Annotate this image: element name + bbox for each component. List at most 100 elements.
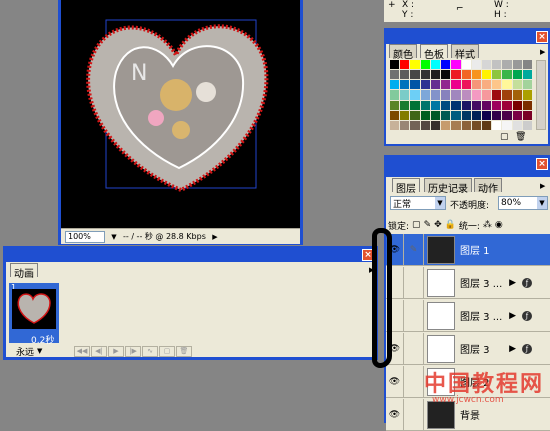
swatch[interactable] [410, 70, 420, 80]
layers-close-icon[interactable]: × [536, 158, 548, 170]
link-cell[interactable] [404, 333, 424, 364]
swatch[interactable] [420, 70, 430, 80]
swatch[interactable] [481, 60, 492, 70]
swatch[interactable] [461, 120, 471, 130]
swatch[interactable] [420, 120, 430, 130]
swatch[interactable] [451, 120, 461, 130]
swatch[interactable] [502, 110, 512, 120]
effects-icon[interactable]: ƒ [522, 310, 532, 321]
swatch[interactable] [522, 120, 532, 130]
layer-row[interactable]: 👁 ✎ 图层 1 [386, 234, 550, 266]
effects-icon[interactable]: ƒ [522, 277, 532, 288]
swatch[interactable] [410, 110, 420, 120]
swatches-close-icon[interactable]: × [536, 31, 548, 43]
swatch[interactable] [430, 90, 441, 100]
layers-menu-icon[interactable]: ▶ [540, 182, 545, 190]
first-frame-button[interactable]: ◀◀ [74, 345, 90, 357]
swatch[interactable] [410, 80, 420, 90]
layer-row[interactable]: 图层 3 ... ▶ ƒ [386, 267, 550, 299]
tab-layers[interactable]: 图层 [392, 178, 420, 195]
next-frame-button[interactable]: |▶ [125, 345, 141, 357]
swatch[interactable] [502, 120, 512, 130]
link-cell[interactable] [404, 399, 424, 430]
tab-color[interactable]: 颜色 [389, 44, 417, 61]
tween-button[interactable]: ∿ [142, 345, 158, 357]
swatch[interactable] [461, 70, 471, 80]
swatch[interactable] [410, 120, 420, 130]
swatch[interactable] [430, 70, 441, 80]
swatch[interactable] [410, 60, 420, 70]
delete-frame-button[interactable]: 🗑 [176, 345, 192, 357]
swatch[interactable] [400, 70, 410, 80]
swatch[interactable] [451, 100, 461, 110]
swatch[interactable] [441, 70, 451, 80]
swatch[interactable] [441, 100, 451, 110]
swatch[interactable] [471, 110, 481, 120]
opacity-dropdown-icon[interactable]: ▼ [537, 197, 547, 209]
new-swatch-icon[interactable]: ▢ [500, 132, 509, 142]
zoom-field[interactable]: 100% [65, 230, 105, 243]
swatch[interactable] [410, 90, 420, 100]
swatch[interactable] [390, 120, 400, 130]
swatch[interactable] [522, 110, 532, 120]
swatch[interactable] [430, 80, 441, 90]
swatch[interactable] [471, 60, 481, 70]
swatch[interactable] [512, 60, 522, 70]
swatch[interactable] [390, 90, 400, 100]
swatch[interactable] [492, 70, 502, 80]
swatch[interactable] [522, 100, 532, 110]
duplicate-frame-button[interactable]: ▢ [159, 345, 175, 357]
swatch[interactable] [492, 120, 502, 130]
swatch[interactable] [471, 70, 481, 80]
swatch[interactable] [481, 70, 492, 80]
zoom-dropdown-icon[interactable]: ▼ [109, 233, 119, 241]
tab-styles[interactable]: 样式 [451, 44, 479, 61]
swatch[interactable] [512, 110, 522, 120]
delete-swatch-icon[interactable]: 🗑 [515, 132, 526, 142]
layer-row[interactable]: 👁 图层 3 ▶ ƒ [386, 333, 550, 365]
blend-mode-dropdown-icon[interactable]: ▼ [435, 197, 445, 209]
tab-history[interactable]: 历史记录 [424, 178, 472, 195]
swatch[interactable] [492, 90, 502, 100]
loop-select[interactable]: 永远 ▼ [16, 346, 66, 358]
swatch[interactable] [451, 70, 461, 80]
swatch[interactable] [420, 80, 430, 90]
swatch[interactable] [481, 90, 492, 100]
swatch[interactable] [390, 110, 400, 120]
swatch[interactable] [492, 80, 502, 90]
swatch[interactable] [481, 110, 492, 120]
swatch[interactable] [512, 120, 522, 130]
swatch[interactable] [400, 120, 410, 130]
swatch[interactable] [430, 110, 441, 120]
swatch[interactable] [400, 80, 410, 90]
swatch[interactable] [522, 90, 532, 100]
blend-mode-select[interactable]: 正常 ▼ [390, 196, 446, 210]
swatch[interactable] [441, 80, 451, 90]
swatch[interactable] [502, 70, 512, 80]
expand-effects-icon[interactable]: ▶ [509, 311, 516, 321]
swatch[interactable] [390, 70, 400, 80]
swatch[interactable] [512, 70, 522, 80]
swatch[interactable] [481, 120, 492, 130]
link-cell[interactable] [404, 267, 424, 298]
tab-animation[interactable]: 动画 [10, 263, 38, 280]
swatch[interactable] [471, 120, 481, 130]
swatch[interactable] [512, 90, 522, 100]
swatch[interactable] [502, 60, 512, 70]
status-menu-icon[interactable]: ▶ [210, 233, 220, 241]
loop-dropdown-icon[interactable]: ▼ [37, 347, 42, 355]
swatch[interactable] [471, 100, 481, 110]
swatch[interactable] [410, 100, 420, 110]
swatches-menu-icon[interactable]: ▶ [540, 48, 545, 56]
swatch[interactable] [512, 80, 522, 90]
swatch[interactable] [522, 60, 532, 70]
swatch[interactable] [471, 80, 481, 90]
brush-icon[interactable]: ✎ [404, 234, 424, 265]
swatch[interactable] [441, 60, 451, 70]
swatch[interactable] [400, 60, 410, 70]
previous-frame-button[interactable]: ◀| [91, 345, 107, 357]
swatch[interactable] [502, 90, 512, 100]
swatch[interactable] [492, 110, 502, 120]
swatches-scrollbar[interactable] [536, 60, 546, 130]
swatch[interactable] [430, 120, 441, 130]
